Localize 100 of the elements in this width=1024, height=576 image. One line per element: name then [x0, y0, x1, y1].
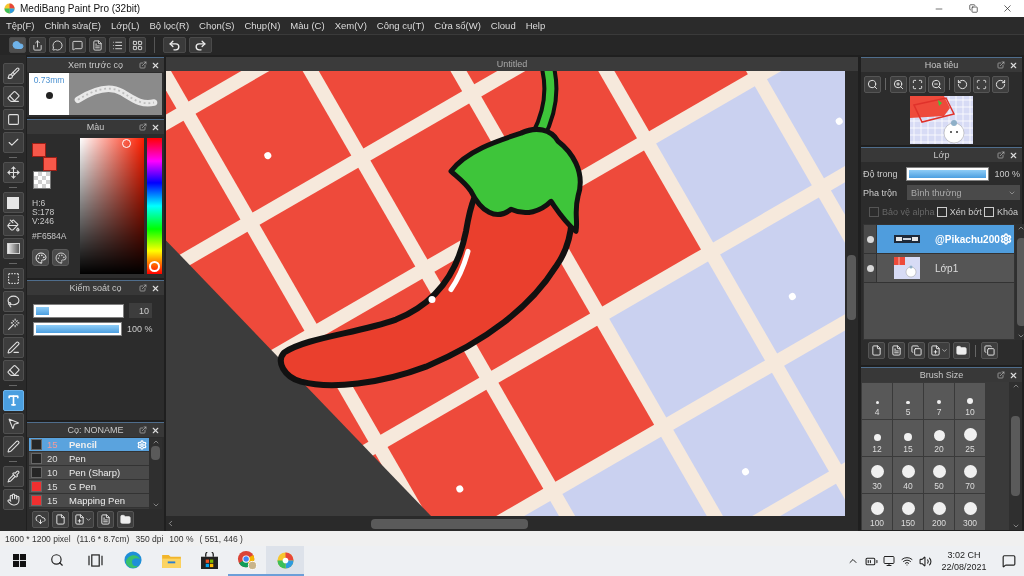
- brush-size-option[interactable]: 70: [955, 457, 985, 493]
- slider-track[interactable]: [33, 303, 124, 318]
- tool-button[interactable]: [2, 192, 24, 213]
- undo-button[interactable]: [163, 37, 186, 53]
- tool-button[interactable]: [2, 215, 24, 236]
- tool-button[interactable]: [2, 314, 24, 335]
- color-field[interactable]: [80, 138, 145, 274]
- layer-row[interactable]: Lớp1: [864, 254, 1014, 283]
- settings-icon[interactable]: [137, 439, 147, 450]
- brush-size-option[interactable]: 25: [955, 420, 985, 456]
- close-icon[interactable]: [151, 425, 160, 435]
- add-layer-button[interactable]: [928, 342, 950, 359]
- tool-button[interactable]: [2, 390, 24, 411]
- menu-item[interactable]: Màu (C): [285, 17, 330, 34]
- layer-row[interactable]: @Pikachu200: [864, 225, 1014, 254]
- brush-size-option[interactable]: 300: [955, 494, 985, 530]
- palette-settings-button[interactable]: [52, 249, 69, 266]
- tool-button[interactable]: [2, 436, 24, 457]
- zoom-in-button[interactable]: [890, 75, 907, 93]
- tool-button[interactable]: [2, 466, 24, 487]
- brush-size-option[interactable]: 200: [924, 494, 954, 530]
- vertical-scrollbar[interactable]: [1014, 224, 1024, 340]
- close-icon[interactable]: [1009, 150, 1018, 160]
- settings-icon[interactable]: [999, 233, 1012, 245]
- popout-icon[interactable]: [139, 426, 147, 434]
- menu-item[interactable]: Cửa sổ(W): [429, 17, 486, 34]
- scrollbar-thumb[interactable]: [151, 446, 160, 460]
- menu-item[interactable]: Xem(V): [329, 17, 372, 34]
- hue-handle[interactable]: [149, 260, 161, 272]
- rotate-right-button[interactable]: [992, 75, 1009, 93]
- rotate-left-button[interactable]: [954, 75, 971, 93]
- brush-size-option[interactable]: 10: [955, 383, 985, 419]
- document-button[interactable]: [89, 37, 106, 53]
- new-layer-button[interactable]: [868, 342, 885, 359]
- close-icon[interactable]: [151, 283, 160, 293]
- brush-size-option[interactable]: 15: [893, 420, 923, 456]
- tool-button[interactable]: [2, 109, 24, 130]
- popout-icon[interactable]: [997, 371, 1005, 379]
- tool-button[interactable]: [2, 238, 24, 259]
- scrollbar-thumb[interactable]: [1016, 238, 1024, 326]
- transparent-swatch-icon[interactable]: [33, 171, 51, 189]
- grid-button[interactable]: [129, 37, 146, 53]
- brush-size-option[interactable]: 20: [924, 420, 954, 456]
- checkbox[interactable]: [936, 207, 947, 217]
- blend-mode-dropdown[interactable]: Bình thường: [907, 185, 1020, 200]
- cloud-download-button[interactable]: [32, 511, 49, 528]
- reset-view-button[interactable]: [973, 75, 990, 93]
- folder-button[interactable]: [117, 511, 134, 528]
- close-icon[interactable]: [1009, 370, 1018, 380]
- document-tab[interactable]: Untitled: [166, 57, 858, 71]
- vertical-scrollbar[interactable]: [1009, 382, 1022, 530]
- tool-button[interactable]: [2, 86, 24, 107]
- menu-item[interactable]: Chụp(N): [239, 17, 286, 34]
- checkbox[interactable]: [983, 207, 994, 217]
- popout-icon[interactable]: [139, 284, 147, 292]
- tool-button[interactable]: [2, 360, 24, 381]
- tool-button[interactable]: [2, 337, 24, 358]
- tool-button[interactable]: [2, 132, 24, 153]
- visibility-toggle[interactable]: [864, 225, 877, 253]
- tool-button[interactable]: [2, 413, 24, 434]
- brush-row[interactable]: 15 G Pen: [29, 480, 149, 494]
- redo-button[interactable]: [189, 37, 212, 53]
- new-brush-button[interactable]: [52, 511, 69, 528]
- menu-item[interactable]: Cloud: [485, 17, 521, 34]
- comment-button[interactable]: [49, 37, 66, 53]
- scrollbar-thumb[interactable]: [371, 518, 528, 529]
- horizontal-scrollbar[interactable]: [166, 516, 858, 531]
- brush-size-option[interactable]: 4: [862, 383, 892, 419]
- color-swatch-icon[interactable]: [32, 143, 46, 157]
- menu-item[interactable]: Chỉnh sửa(E): [39, 17, 107, 34]
- brush-size-option[interactable]: 7: [924, 383, 954, 419]
- checkbox-label[interactable]: Khóa: [996, 207, 1018, 217]
- menu-item[interactable]: Help: [520, 17, 551, 34]
- brush-size-option[interactable]: 12: [862, 420, 892, 456]
- new-text-layer-button[interactable]: [888, 342, 905, 359]
- visibility-toggle[interactable]: [864, 254, 877, 282]
- brush-document-button[interactable]: [97, 511, 114, 528]
- scrollbar-thumb[interactable]: [847, 255, 856, 320]
- fit-button[interactable]: [909, 75, 926, 93]
- brush-size-option[interactable]: 30: [862, 457, 892, 493]
- checkbox-label[interactable]: Xén bớt: [949, 207, 982, 217]
- vertical-scrollbar[interactable]: [845, 71, 858, 516]
- palette-button[interactable]: [32, 249, 49, 266]
- popout-icon[interactable]: [997, 61, 1005, 69]
- brush-size-option[interactable]: 5: [893, 383, 923, 419]
- tool-button[interactable]: [2, 162, 24, 183]
- popout-icon[interactable]: [139, 123, 147, 131]
- brush-size-option[interactable]: 150: [893, 494, 923, 530]
- list-button[interactable]: [109, 37, 126, 53]
- duplicate-page-button[interactable]: [908, 342, 925, 359]
- brush-size-option[interactable]: 40: [893, 457, 923, 493]
- vertical-scrollbar[interactable]: [149, 438, 162, 509]
- message-button[interactable]: [69, 37, 86, 53]
- close-icon[interactable]: [1009, 60, 1018, 70]
- brush-row[interactable]: 20 Pen: [29, 452, 149, 466]
- tool-button[interactable]: [2, 291, 24, 312]
- menu-item[interactable]: Công cụ(T): [371, 17, 430, 34]
- tool-button[interactable]: [2, 268, 24, 289]
- tool-button[interactable]: [2, 489, 24, 510]
- color-swatch-icon[interactable]: [43, 157, 57, 171]
